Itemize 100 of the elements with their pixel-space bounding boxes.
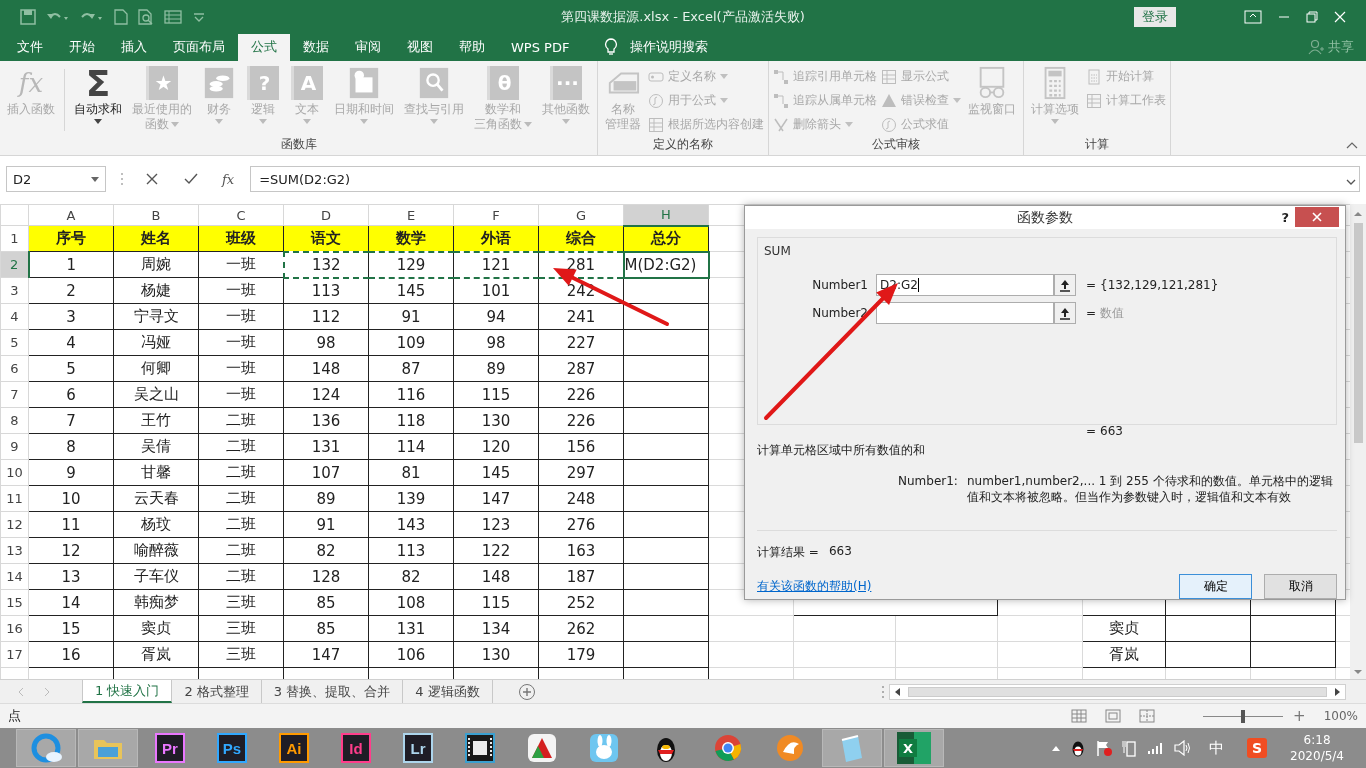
battery-icon[interactable] <box>1122 739 1139 757</box>
show-hidden-icons-icon[interactable] <box>1051 744 1062 752</box>
row-header[interactable]: 3 <box>0 277 29 304</box>
row-header[interactable]: 7 <box>0 381 29 408</box>
taskbar-button[interactable]: Id <box>326 729 386 767</box>
taskbar-button[interactable]: Ps <box>202 729 262 767</box>
close-button[interactable] <box>1295 207 1339 227</box>
taskbar-button[interactable]: Lr <box>388 729 448 767</box>
input-method-indicator[interactable]: 中 <box>1209 738 1225 758</box>
flag-icon[interactable] <box>1095 739 1114 757</box>
login-button[interactable]: 登录 <box>1134 6 1176 27</box>
splitter-handle-icon[interactable] <box>881 684 885 699</box>
collapse-dialog-button[interactable] <box>1054 274 1076 296</box>
row-header[interactable]: 10 <box>0 459 29 486</box>
tell-me-search[interactable]: 操作说明搜索 <box>598 33 715 62</box>
row-header[interactable]: 11 <box>0 485 29 512</box>
row-header[interactable]: 15 <box>0 589 29 616</box>
ribbon-tab[interactable]: 数据 <box>290 33 342 62</box>
close-icon[interactable] <box>1334 10 1346 23</box>
table-cell: 94 <box>453 303 539 330</box>
formula-field[interactable]: =SUM(D2:G2) <box>250 166 1360 193</box>
ribbon-tab[interactable]: WPS PDF <box>498 33 583 62</box>
name-box[interactable]: D2 <box>6 166 106 193</box>
row-header[interactable]: 13 <box>0 537 29 564</box>
insert-function-button[interactable]: fx <box>216 171 241 187</box>
table-cell: 窦贞 <box>113 615 199 642</box>
splitter-handle-icon[interactable] <box>120 172 124 187</box>
sheet-tab[interactable]: 1 快速入门 <box>82 680 173 703</box>
save-icon[interactable] <box>20 8 36 25</box>
expand-formula-icon[interactable] <box>1346 179 1356 185</box>
scrollbar-thumb[interactable] <box>908 686 1327 697</box>
active-cell[interactable]: M(D2:G2) <box>623 251 709 278</box>
input-method-app-icon[interactable]: S <box>1247 738 1268 758</box>
row-header[interactable]: 2 <box>0 251 29 278</box>
slider-thumb[interactable] <box>1241 709 1246 723</box>
ribbon-tab[interactable]: 文件 <box>4 33 56 62</box>
row-header[interactable]: 17 <box>0 641 29 668</box>
row-header[interactable]: 9 <box>0 433 29 460</box>
clock-time[interactable]: 6:18 <box>1303 732 1331 748</box>
ok-button[interactable]: 确定 <box>1179 574 1252 599</box>
ribbon-tab[interactable]: 审阅 <box>342 33 394 62</box>
ribbon-tab[interactable]: 开始 <box>56 33 108 62</box>
page-layout-icon[interactable] <box>1105 709 1122 723</box>
ribbon-tab[interactable]: 帮助 <box>446 33 498 62</box>
argument-field[interactable] <box>876 302 1054 324</box>
ribbon-tab[interactable]: 公式 <box>238 33 290 62</box>
cancel-icon[interactable] <box>146 173 158 186</box>
taskbar-button[interactable]: Pr <box>140 729 200 767</box>
row-header[interactable]: 14 <box>0 563 29 590</box>
table-cell: 子车仪 <box>113 563 199 590</box>
table-cell: 一班 <box>198 303 284 330</box>
row-header[interactable]: 5 <box>0 329 29 356</box>
restore-icon[interactable] <box>1306 10 1318 23</box>
argument-label: Number2 <box>811 306 869 320</box>
column-header[interactable]: H <box>623 204 709 226</box>
taskbar-button[interactable]: Ai <box>264 729 324 767</box>
normal-view-icon[interactable] <box>1071 709 1088 723</box>
zoom-level[interactable]: 100% <box>1323 709 1358 723</box>
row-header[interactable]: 6 <box>0 355 29 382</box>
table-cell: 吴倩 <box>113 433 199 460</box>
ribbon-tab[interactable]: 插入 <box>108 33 160 62</box>
zoom-in-button[interactable]: + <box>1293 707 1306 725</box>
ribbon-tab[interactable]: 视图 <box>394 33 446 62</box>
row-header[interactable]: 8 <box>0 407 29 434</box>
next-sheet-icon[interactable] <box>42 686 52 697</box>
taskbar-button[interactable]: X <box>884 729 944 767</box>
column-header[interactable]: E <box>368 204 454 226</box>
cancel-button[interactable]: 取消 <box>1264 574 1337 599</box>
ribbon-tab[interactable]: 页面布局 <box>160 33 238 62</box>
clock-date[interactable]: 2020/5/4 <box>1290 748 1344 764</box>
document-icon[interactable] <box>114 8 128 25</box>
row-header[interactable]: 12 <box>0 511 29 538</box>
row-header[interactable]: 4 <box>0 303 29 330</box>
volume-icon[interactable] <box>1174 740 1193 756</box>
scrollbar-thumb[interactable] <box>1353 223 1363 443</box>
app-tile-icon: Lr <box>403 733 433 763</box>
column-header[interactable]: A <box>28 204 114 226</box>
row-header[interactable]: 1 <box>0 225 29 252</box>
help-link[interactable]: 有关该函数的帮助(H) <box>757 578 872 595</box>
collapse-ribbon-icon[interactable] <box>1346 141 1358 150</box>
column-title-cell: 总分 <box>623 225 709 252</box>
add-sheet-icon[interactable] <box>517 682 536 701</box>
column-header[interactable]: G <box>538 204 624 226</box>
column-header[interactable]: F <box>453 204 539 226</box>
argument-value: 数值 <box>1100 304 1124 322</box>
ribbon-options-icon[interactable] <box>1244 9 1262 24</box>
category-book-icon: ★ <box>146 66 178 101</box>
collapse-dialog-button[interactable] <box>1054 302 1076 324</box>
table-cell: 123 <box>453 511 539 538</box>
page-break-preview-icon[interactable] <box>1139 709 1156 723</box>
enter-icon[interactable] <box>184 173 198 186</box>
previous-sheet-icon[interactable] <box>16 686 26 697</box>
column-header[interactable]: B <box>113 204 199 226</box>
column-header[interactable]: C <box>198 204 284 226</box>
ribbon-button[interactable]: Σ 自动求和 <box>71 65 125 126</box>
column-header[interactable]: D <box>283 204 369 226</box>
form-icon[interactable] <box>164 8 182 25</box>
row-header[interactable]: 16 <box>0 615 29 642</box>
help-button[interactable]: ? <box>1281 210 1289 225</box>
print-preview-icon[interactable] <box>138 8 154 25</box>
